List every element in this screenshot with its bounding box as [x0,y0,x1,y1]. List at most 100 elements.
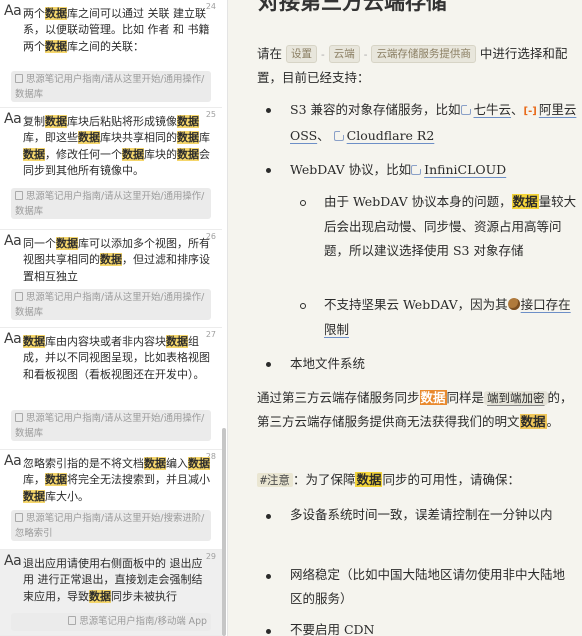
snippet-text: 库块后粘贴将形成镜像 [67,115,177,128]
snippet-text: 复制 [23,115,45,128]
document-preview: 对接第三方云端存储 请在 设置 - 云端 - 云端存储服务提供商 中进行选择和配置，目前… [228,0,582,636]
keyword-highlight: 数据 [45,473,67,487]
result-snippet: 复制数据库块后粘贴将形成镜像数据库，即这些数据库块共享相同的数据库数据，修改任何… [23,114,212,180]
intro-paragraph: 请在 设置 - 云端 - 云端存储服务提供商 中进行选择和配置，目前已经支持： [257,45,568,85]
keyword-highlight: 数据 [78,131,100,145]
link-qiniu[interactable]: 七牛云 [474,102,512,117]
keyword-highlight: 数据 [122,147,144,161]
result-doc-path: 思源笔记用户指南/请从这里开始/通用操作/数据库 [11,289,211,320]
keyword-highlight: 数据 [89,589,111,603]
result-doc-path: 思源笔记用户指南/移动端 App [11,613,211,631]
inline-code-e2ee: 端到端加密 [484,391,548,405]
result-snippet: 忽略索引指的是不将文档数据编入数据库，数据将完全无法搜索到，并且减小数据库大小。 [23,456,212,505]
link-icon [333,130,345,141]
document-icon [15,413,23,422]
keyword-highlight: 数据 [45,7,67,20]
snippet-text: 库， [23,473,45,487]
result-snippet: 退出应用请使用右侧面板中的 退出应用 进行正常退出，直接划走会强制结束应用，导致… [23,556,212,605]
snippet-text: 同一个 [23,237,56,250]
snippet-text: 库块共享相同的 [100,131,177,145]
result-doc-path: 思源笔记用户指南/请从这里开始/搜索进阶/忽略索引 [11,510,211,541]
bullet-dot [266,574,271,579]
snippet-text: ，修改任何一个 [45,147,122,161]
keyword-highlight: 数据 [23,335,45,348]
result-snippet: 数据库由内容块或者非内容块数据组成，并以不同视图呈现，比如表格视图和看板视图（看… [23,334,212,383]
document-icon [15,74,23,83]
e2ee-paragraph: 通过第三方云端存储服务同步数据同样是 端到端加密 的，第三方云端存储服务提供商无法获… [257,390,573,429]
chip-settings[interactable]: 设置 [286,45,317,63]
document-icon [68,616,77,625]
link-infinicloud[interactable]: InfiniCLOUD [424,162,506,177]
document-icon [15,191,23,200]
snippet-text: 库块的 [144,147,177,161]
list-item-local-fs: 本地文件系统 [290,356,366,371]
chip-cloud-provider[interactable]: 云端存储服务提供商 [371,45,476,63]
sub-item-jianguoyun: 不支持坚果云 WebDAV，因为其 接口存在限制 [324,297,571,337]
snippet-text: 编入 [166,457,188,470]
keyword-highlight: 数据 [23,489,45,503]
snippet-text: 库之间的关联： [67,39,144,53]
block-type-icon: Aa [4,111,22,127]
page-title: 对接第三方云端存储 [258,0,447,14]
search-result-item[interactable]: Aa 24 两个数据库之间可以通过 关联 建立联系，以便联动管理。比如 作者 和 书… [0,0,222,108]
keyword-highlight: 数据 [188,457,210,470]
note-item-network: 网络稳定（比如中国大陆地区请勿使用非中大陆地区的服务） [290,567,566,606]
document-icon [15,292,23,301]
result-doc-path: 思源笔记用户指南/请从这里开始/通用操作/数据库 [11,410,211,441]
note-paragraph: #注意 ：为了保障数据同步的可用性，请确保： [257,468,579,492]
snippet-text: 忽略索引指的是不将文档 [23,457,144,470]
link-cloudflare-r2[interactable]: Cloudflare R2 [347,128,435,143]
link-icon [411,164,423,175]
tag-note[interactable]: #注意 [257,473,293,487]
result-doc-path: 思源笔记用户指南/请从这里开始/通用操作/数据库 [11,71,211,102]
walnut-icon [507,298,520,310]
keyword-highlight: 数据 [177,115,199,128]
keyword-highlight: 数据 [45,39,67,53]
aliyun-icon: [-] [523,106,537,117]
result-snippet: 同一个数据库可以添加多个视图，所有视图共享相同的数据，但过滤和排序设置相互独立 [23,236,212,285]
result-snippet: 两个数据库之间可以通过 关联 建立联系，以便联动管理。比如 作者 和 书籍 两个… [23,6,212,55]
snippet-text: 将完全无法搜索到，并且减小 [67,473,210,487]
bullet-dot [266,168,271,173]
keyword-highlight: 数据 [23,147,45,161]
keyword-highlight: 数据 [45,115,67,128]
bullet-dot [266,108,271,113]
block-type-icon: Aa [4,3,22,19]
search-result-item[interactable]: Aa 28 忽略索引指的是不将文档数据编入数据库，数据将完全无法搜索到，并且减小数据… [0,450,222,550]
document-icon [15,513,23,522]
bullet-dot [266,629,271,634]
link-icon [460,104,472,115]
block-type-icon: Aa [4,233,22,249]
keyword-highlight: 数据 [177,131,199,145]
search-result-item[interactable]: Aa 27 数据库由内容块或者非内容块数据组成，并以不同视图呈现，比如表格视图和看板… [0,328,222,450]
chip-cloud[interactable]: 云端 [328,45,360,63]
note-item-time: 多设备系统时间一致，误差请控制在一分钟以内 [290,507,553,522]
search-results-scrollbar[interactable] [222,428,226,636]
keyword-highlight: 数据 [144,457,166,470]
block-type-icon: Aa [4,453,22,469]
keyword-highlight: 数据 [56,237,78,250]
result-doc-path: 思源笔记用户指南/请从这里开始/通用操作/数据库 [11,188,211,219]
snippet-text: 库，即这些 [23,131,78,145]
note-item-cdn: 不要启用 CDN [290,622,375,636]
keyword-highlight: 数据 [166,335,188,348]
bullet-dot [266,514,271,519]
sub-item-webdav-issue: 由于 WebDAV 协议本身的问题，数据量较大后会出现启动慢、同步慢、资源占用高… [324,194,577,258]
list-item-webdav: WebDAV 协议，比如 InfiniCLOUD [290,162,507,177]
search-result-item[interactable]: Aa 26 同一个数据库可以添加多个视图，所有视图共享相同的数据，但过滤和排序设置相… [0,230,222,328]
keyword-highlight: 数据 [100,253,122,267]
block-type-icon: Aa [4,553,22,569]
sub-bullet-circle [300,200,306,206]
snippet-text: 同步未被执行 [111,589,177,603]
search-results-panel: Aa 24 两个数据库之间可以通过 关联 建立联系，以便联动管理。比如 作者 和 书… [0,0,228,636]
sub-bullet-circle [300,303,306,309]
snippet-text: 库 [199,131,210,145]
snippet-text: 库由内容块或者非内容块 [45,335,166,348]
block-type-icon: Aa [4,331,22,347]
list-item-s3: S3 兼容的对象存储服务，比如 七牛云、[-] 阿里云 OSS、 Cloudflar… [290,102,577,143]
snippet-text: 两个 [23,7,45,20]
snippet-text: 库大小。 [45,489,89,503]
search-result-item[interactable]: Aa 29 退出应用请使用右侧面板中的 退出应用 进行正常退出，直接划走会强制结束应… [0,550,222,636]
bullet-dot [266,362,271,367]
search-result-item[interactable]: Aa 25 复制数据库块后粘贴将形成镜像数据库，即这些数据库块共享相同的数据库数据，… [0,108,222,230]
